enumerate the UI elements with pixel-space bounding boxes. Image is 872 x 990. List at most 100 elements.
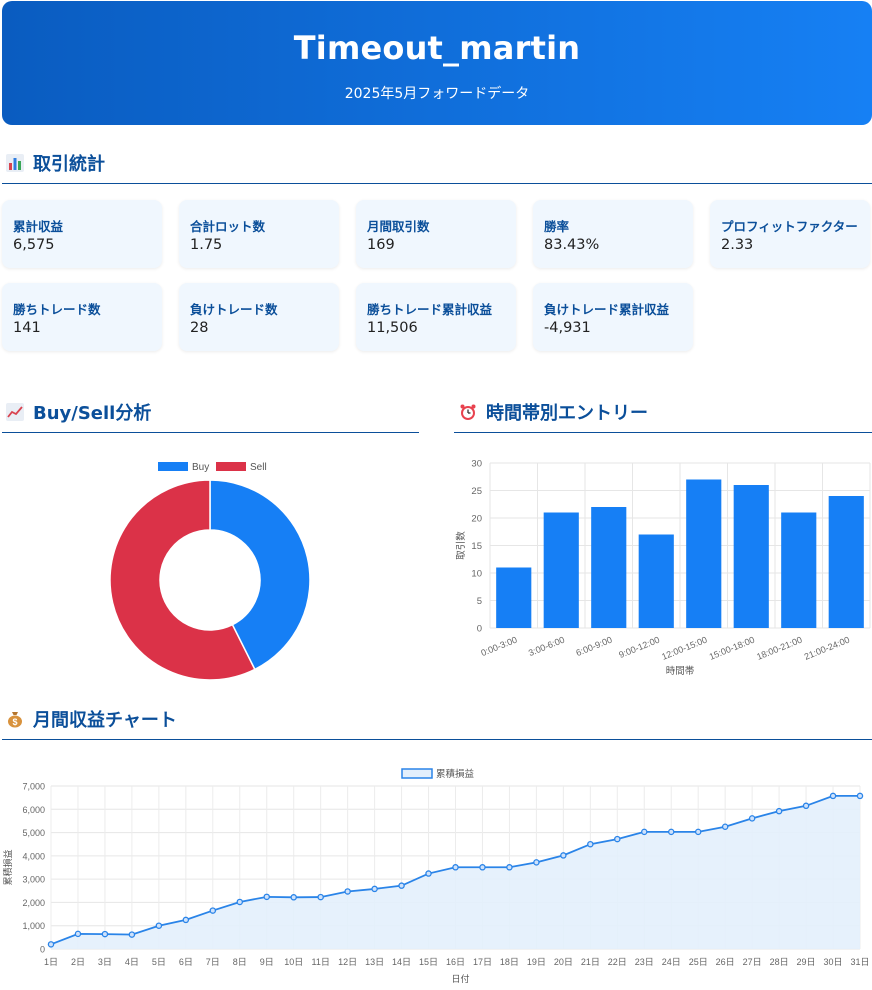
bar-7[interactable] [828,496,864,628]
bar-5[interactable] [733,485,769,628]
area-x-tick: 15日 [419,957,438,967]
area-x-tick: 8日 [233,957,247,967]
monthly-area-chart: 累積損益 0 1,000 2,000 3,000 4,000 5,000 6,000 7,000… [2,768,870,984]
area-point-0[interactable] [47,941,55,948]
stat-card: 負けトレード数 28 [179,283,339,351]
trend-chart-icon [5,402,25,422]
area-x-tick: 17日 [473,957,492,967]
area-point-14[interactable] [425,870,432,877]
bar-2[interactable] [591,507,627,628]
area-point-15[interactable] [452,864,459,871]
area-point-18[interactable] [533,859,540,866]
area-y-tick: 0 [40,945,45,955]
bar-x-tick: 12:00-15:00 [660,635,708,662]
monthly-title-text: 月間収益チャート [33,710,177,731]
doughnut-legend: Buy Sell [158,462,267,473]
stat-label: 勝ちトレード数 [13,302,101,317]
bar-1[interactable] [543,512,579,629]
area-x-label: 日付 [451,974,469,984]
area-point-27[interactable] [775,807,783,815]
area-point-10[interactable] [317,893,324,901]
area-x-tick: 28日 [770,957,789,967]
stats-section-title: 取引統計 [5,150,105,176]
area-point-5[interactable] [182,916,190,924]
stat-card: 月間取引数 169 [356,200,516,268]
area-point-20[interactable] [587,840,594,848]
stat-card: 負けトレード累計収益 -4,931 [533,283,693,351]
bar-6[interactable] [781,512,817,629]
area-y-tick: 1,000 [22,921,45,931]
monthly-divider [2,739,872,740]
bar-y-tick: 0 [477,624,482,635]
area-point-25[interactable] [721,823,729,831]
area-y-tick: 3,000 [22,875,45,885]
area-point-13[interactable] [398,882,405,889]
stat-card: 勝ちトレード数 141 [2,283,162,351]
area-point-16[interactable] [479,864,486,871]
time-divider [454,432,872,433]
area-point-24[interactable] [694,828,702,836]
area-point-8[interactable] [263,893,270,901]
stat-value: 83.43% [544,237,600,253]
area-point-3[interactable] [128,931,136,938]
bar-0[interactable] [496,567,532,629]
area-point-12[interactable] [371,885,378,893]
bar-y-label: 取引数 [455,531,467,560]
stat-label: 負けトレード累計収益 [544,302,670,317]
stat-value: 11,506 [367,320,418,336]
area-point-7[interactable] [236,898,244,906]
svg-text:$: $ [12,717,17,727]
area-point-4[interactable] [155,922,163,929]
area-x-tick: 11日 [311,957,329,967]
stat-label: 月間取引数 [367,219,430,234]
bar-x-tick: 18:00-21:00 [755,635,803,662]
area-y-tick: 2,000 [22,898,45,908]
time-bar-chart: 0 5 10 15 20 25 30 0:00-3:00 3:00-6:00 6:00-9:00 9… [455,459,871,677]
area-x-tick: 5日 [152,957,166,967]
legend-swatch-buy[interactable] [158,462,188,471]
area-x-tick: 4日 [125,957,139,967]
area-y-tick: 4,000 [22,851,45,861]
area-point-17[interactable] [506,864,513,871]
legend-label-buy[interactable]: Buy [192,462,209,473]
area-point-28[interactable] [802,802,810,810]
stat-card: 勝率 83.43% [533,200,693,268]
bar-x-tick: 15:00-18:00 [708,635,756,662]
area-point-19[interactable] [560,852,567,859]
bar-y-tick: 5 [477,596,482,607]
legend-label-sell[interactable]: Sell [250,462,267,473]
page-header: Timeout_martin 2025年5月フォワードデータ [2,1,872,125]
area-point-30[interactable] [856,792,864,800]
monthly-section-title: $ 月間収益チャート [5,706,177,732]
stat-label: 勝率 [544,219,570,234]
area-x-tick: 18日 [500,957,519,967]
area-point-2[interactable] [101,930,109,938]
area-y-tick: 5,000 [22,828,45,838]
area-x-tick: 24日 [662,957,681,967]
page-subtitle: 2025年5月フォワードデータ [344,86,530,102]
stat-card: 累計収益 6,575 [2,200,162,268]
area-point-23[interactable] [667,828,675,836]
money-bag-icon: $ [5,709,25,729]
bar-3[interactable] [638,534,674,629]
area-point-1[interactable] [74,930,82,938]
area-point-9[interactable] [290,894,297,901]
area-x-tick: 29日 [797,957,816,967]
area-x-tick: 10日 [284,957,303,967]
area-point-22[interactable] [641,828,648,836]
area-legend-label[interactable]: 累積損益 [436,768,475,780]
area-point-11[interactable] [344,888,351,895]
stat-label: 合計ロット数 [190,219,266,234]
bar-4[interactable] [686,479,722,629]
area-point-26[interactable] [748,815,756,822]
legend-swatch-sell[interactable] [216,462,246,471]
area-x-tick: 9日 [260,957,274,967]
time-section-title: 時間帯別エントリー [458,399,648,425]
area-point-21[interactable] [614,835,621,843]
area-x-tick: 26日 [716,957,735,967]
area-point-29[interactable] [829,792,837,800]
area-point-6[interactable] [209,907,217,914]
bar-x-tick: 3:00-6:00 [527,635,566,659]
area-legend-swatch[interactable] [401,768,433,779]
bar-x-tick: 6:00-9:00 [574,635,613,659]
